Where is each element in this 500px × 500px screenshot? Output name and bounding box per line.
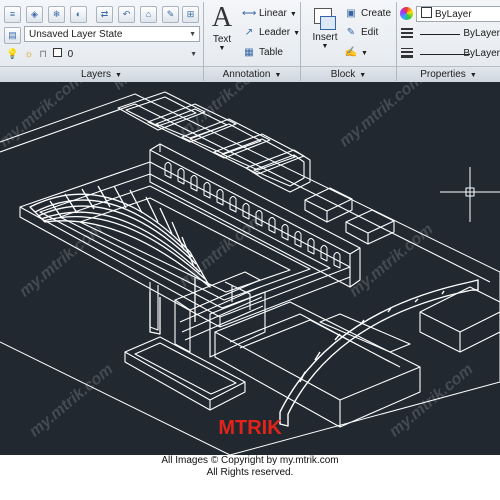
lineweight-value: ByLayer: [463, 48, 500, 59]
linetype-dropdown[interactable]: ByLayer: [416, 26, 500, 42]
table-label: Table: [259, 47, 283, 58]
lightbulb-icon: 💡: [6, 49, 19, 60]
chevron-down-icon: ▼: [361, 50, 368, 57]
create-label: Create: [361, 8, 392, 19]
layer-off-icon[interactable]: ◐: [70, 6, 87, 23]
chevron-down-icon: ▼: [218, 45, 226, 52]
layer-state-icon[interactable]: ▤: [4, 27, 21, 44]
text-button-label: Text: [212, 34, 232, 45]
copyright-line: All Images © Copyright by my.mtrik.com: [159, 455, 341, 467]
linear-dimension-button[interactable]: ⟷ Linear ▼: [242, 6, 297, 22]
properties-panel-title[interactable]: Properties ▼: [397, 66, 500, 82]
annotation-title: Annotation: [222, 69, 271, 80]
edit-attributes-button[interactable]: ✍ ▼: [344, 45, 368, 61]
arch: [279, 279, 479, 427]
chevron-down-icon: ▼: [189, 31, 196, 38]
layer-walk-icon[interactable]: ⌂: [140, 6, 157, 23]
linetype-preview-line: [420, 34, 460, 35]
text-a-icon: A: [211, 2, 233, 33]
leader-button[interactable]: ↗ Leader ▼: [242, 25, 300, 41]
layer-freeze-icon[interactable]: ❄: [48, 6, 65, 23]
text-button[interactable]: A Text ▼: [208, 2, 236, 52]
insert-label: Insert: [312, 32, 338, 43]
crosshair-cursor: [440, 167, 500, 222]
right-block: [419, 286, 500, 353]
linetype-value: ByLayer: [463, 28, 500, 39]
color-dropdown[interactable]: ByLayer: [416, 6, 500, 22]
linear-dimension-icon: ⟷: [242, 8, 257, 19]
ribbon: ≡ ◈ ❄ ◐ ⇄ ↶ ⌂ ✎ ⊞ ▤ Unsaved Layer State …: [0, 0, 500, 83]
layer-color-swatch: [52, 48, 62, 57]
layer-unlock-icon[interactable]: ⊞: [182, 6, 199, 23]
block-title: Block: [330, 69, 356, 80]
lineweight-icon: [401, 48, 413, 58]
block-panel-title[interactable]: Block ▼: [301, 66, 396, 82]
ground-plate-edge: [0, 103, 491, 283]
rights-line: All Rights reserved.: [206, 467, 294, 478]
linetype-icon: [401, 28, 413, 38]
edit-attributes-icon: ✍: [344, 47, 358, 58]
table-button[interactable]: ▦ Table: [242, 45, 283, 61]
footer: All Images © Copyright by my.mtrik.com A…: [0, 455, 500, 500]
layer-isolate-icon[interactable]: ◈: [26, 6, 43, 23]
table-icon: ▦: [244, 47, 254, 58]
color-value: ByLayer: [435, 9, 472, 20]
edit-label: Edit: [361, 27, 379, 38]
arch-platform: [214, 301, 421, 428]
layer-properties-icon[interactable]: ≡: [4, 6, 21, 23]
insert-block-icon: [308, 4, 342, 32]
chevron-down-icon: ▼: [289, 11, 297, 18]
insert-button[interactable]: Insert ▼: [308, 4, 342, 50]
lower-pool: [124, 336, 246, 411]
layer-state-value: Unsaved Layer State: [29, 29, 123, 40]
copyright-block: All Images © Copyright by my.mtrik.com A…: [0, 455, 500, 479]
annotation-panel-title[interactable]: Annotation ▼: [204, 66, 300, 82]
layer-state-dropdown[interactable]: Unsaved Layer State ▼: [24, 26, 200, 42]
building-wireframe: [0, 91, 500, 455]
chevron-down-icon: ▼: [359, 72, 367, 79]
lineweight-dropdown[interactable]: ByLayer: [416, 46, 500, 62]
chevron-down-icon: ▼: [321, 43, 329, 50]
chevron-down-icon: ▼: [190, 51, 197, 58]
sun-icon: ☼: [24, 49, 34, 60]
edit-block-icon: ✎: [346, 27, 356, 38]
layer-lock-icon[interactable]: ✎: [162, 6, 179, 23]
layers-title: Layers: [81, 69, 112, 80]
create-block-button[interactable]: ▣ Create: [344, 6, 391, 22]
layer-previous-icon[interactable]: ↶: [118, 6, 135, 23]
layer-match-icon[interactable]: ⇄: [96, 6, 113, 23]
drawing-canvas[interactable]: my.mtrik.com MTRIK my.mtrik.com my.mtrik…: [0, 82, 500, 455]
chevron-down-icon: ▼: [115, 72, 122, 79]
lock-open-icon: ⊓: [39, 49, 47, 60]
create-block-icon: ▣: [346, 8, 356, 19]
chevron-down-icon: ▼: [469, 72, 477, 79]
chevron-down-icon: ▼: [274, 72, 282, 79]
layers-panel-title[interactable]: Layers ▼: [0, 66, 203, 82]
linear-label: Linear: [259, 8, 287, 19]
current-layer-name: 0: [67, 49, 74, 60]
properties-title: Properties: [420, 69, 466, 80]
color-wheel-icon: [400, 7, 413, 20]
leader-icon: ↗: [244, 27, 254, 38]
color-swatch: [421, 7, 432, 18]
edit-block-button[interactable]: ✎ Edit: [344, 25, 378, 41]
mtrik-logo: MTRIK: [218, 417, 282, 439]
layer-dropdown[interactable]: 💡 ☼ ⊓ 0 ▼: [2, 47, 200, 63]
leader-label: Leader: [259, 27, 291, 38]
